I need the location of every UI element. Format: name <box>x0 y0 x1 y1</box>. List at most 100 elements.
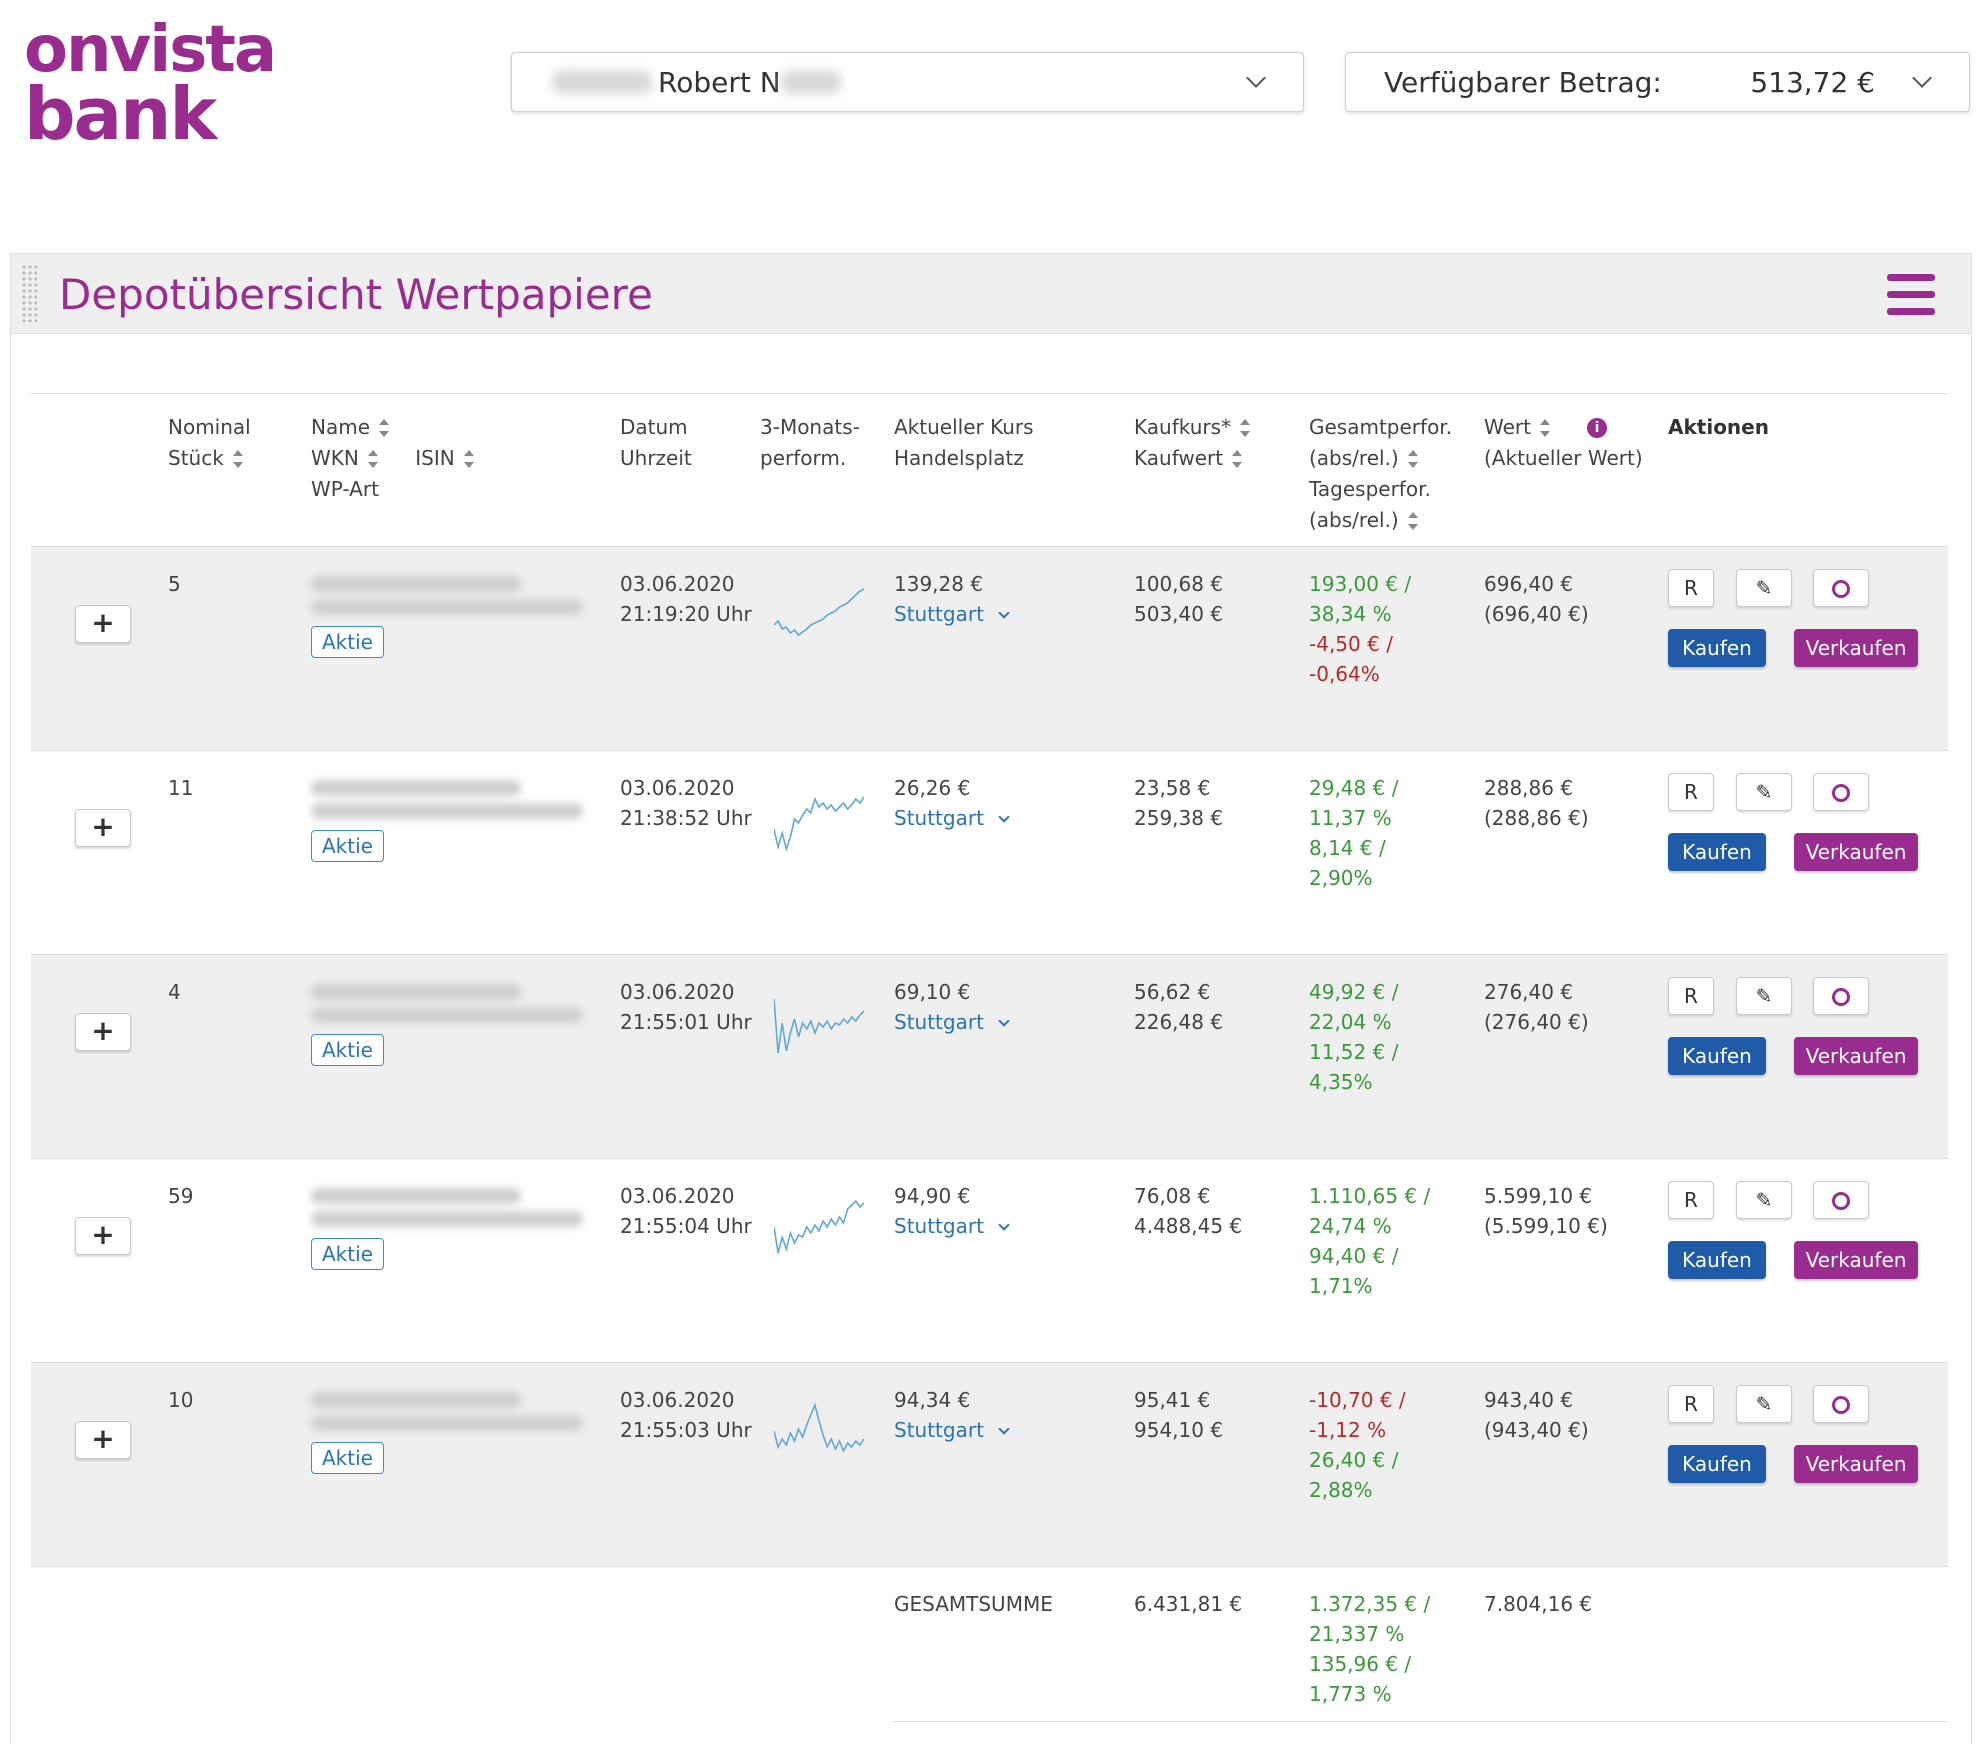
perf-tages-abs: 11,52 € / <box>1309 1040 1399 1064</box>
expand-row-button[interactable]: + <box>75 1421 131 1459</box>
performance: 49,92 € / 22,04 % 11,52 € / 4,35% <box>1309 977 1398 1097</box>
divider <box>892 1721 1948 1722</box>
sparkline-3m[interactable] <box>774 1197 864 1263</box>
drag-handle-icon[interactable] <box>21 264 37 322</box>
exchange-selector[interactable]: Stuttgart <box>894 1415 1010 1445</box>
exchange-selector[interactable]: Stuttgart <box>894 599 1010 629</box>
menu-icon[interactable] <box>1887 274 1935 316</box>
wp-art-badge[interactable]: Aktie <box>311 626 384 658</box>
value: 288,86 € (288,86 €) <box>1484 773 1589 833</box>
perf-tages-abs: 26,40 € / <box>1309 1448 1399 1472</box>
header-name: Name WKN ISIN WP-Art <box>311 412 475 505</box>
expand-row-button[interactable]: + <box>75 809 131 847</box>
sparkline-3m[interactable] <box>774 1401 864 1467</box>
name-redacted <box>311 984 521 1000</box>
sort-icon[interactable] <box>1407 512 1419 530</box>
total-wert: 7.804,16 € <box>1484 1592 1593 1616</box>
exchange-name: Stuttgart <box>894 1418 984 1442</box>
wp-art-badge[interactable]: Aktie <box>311 1034 384 1066</box>
r-button[interactable]: R <box>1668 1385 1714 1423</box>
buy-button[interactable]: Kaufen <box>1668 1037 1766 1075</box>
nominal-stueck: 11 <box>168 776 194 800</box>
edit-pencil-icon[interactable]: ✎ <box>1736 569 1792 607</box>
account-selector[interactable]: Robert N <box>511 52 1304 112</box>
r-button[interactable]: R <box>1668 1181 1714 1219</box>
edit-pencil-icon[interactable]: ✎ <box>1736 1385 1792 1423</box>
nominal-stueck: 4 <box>168 980 181 1004</box>
available-amount-value: 513,72 € <box>1750 65 1875 99</box>
sort-icon[interactable] <box>1407 450 1419 468</box>
perf-tages-rel: 1,71% <box>1309 1274 1373 1298</box>
account-holder-name: Robert N <box>658 65 781 99</box>
value: 276,40 € (276,40 €) <box>1484 977 1589 1037</box>
header-wert: Wert i (Aktueller Wert) <box>1484 415 1643 470</box>
sort-icon[interactable] <box>1239 419 1251 437</box>
value: 943,40 € (943,40 €) <box>1484 1385 1589 1445</box>
sparkline-3m[interactable] <box>774 993 864 1059</box>
exchange-selector[interactable]: Stuttgart <box>894 1007 1010 1037</box>
perf-gesamt-rel: -1,12 % <box>1309 1418 1387 1442</box>
date: 03.06.2020 <box>620 776 735 800</box>
expand-row-button[interactable]: + <box>75 1013 131 1051</box>
kaufwert: 4.488,45 € <box>1134 1214 1243 1238</box>
wert: 943,40 € <box>1484 1388 1574 1412</box>
wp-art-badge[interactable]: Aktie <box>311 1238 384 1270</box>
edit-pencil-icon[interactable]: ✎ <box>1736 977 1792 1015</box>
expand-row-button[interactable]: + <box>75 1217 131 1255</box>
r-button[interactable]: R <box>1668 773 1714 811</box>
sort-icon[interactable] <box>367 450 379 468</box>
chevron-down-icon <box>1912 68 1932 88</box>
exchange-selector[interactable]: Stuttgart <box>894 1211 1010 1241</box>
time: 21:19:20 Uhr <box>620 602 752 626</box>
sparkline-3m[interactable] <box>774 585 864 651</box>
perf-gesamt-rel: 22,04 % <box>1309 1010 1392 1034</box>
buy-button[interactable]: Kaufen <box>1668 1445 1766 1483</box>
buy-button[interactable]: Kaufen <box>1668 833 1766 871</box>
r-button[interactable]: R <box>1668 569 1714 607</box>
total-performance: 1.372,35 € /21,337 % 135,96 € /1,773 % <box>1309 1592 1431 1706</box>
sell-button[interactable]: Verkaufen <box>1794 1445 1918 1483</box>
current-price: 139,28 € Stuttgart <box>894 569 1010 629</box>
sparkline-3m[interactable] <box>774 789 864 855</box>
info-icon[interactable]: i <box>1586 418 1607 438</box>
sort-icon[interactable] <box>232 450 244 468</box>
sort-icon[interactable] <box>463 450 475 468</box>
wp-art-badge[interactable]: Aktie <box>311 1442 384 1474</box>
wert-aktuell: (276,40 €) <box>1484 1010 1589 1034</box>
sell-button[interactable]: Verkaufen <box>1794 629 1918 667</box>
name-redacted <box>311 1392 521 1408</box>
watch-circle-button[interactable] <box>1813 1181 1869 1219</box>
watch-circle-button[interactable] <box>1813 773 1869 811</box>
available-amount-selector[interactable]: Verfügbarer Betrag: 513,72 € <box>1345 52 1970 112</box>
sort-icon[interactable] <box>378 419 390 437</box>
edit-pencil-icon[interactable]: ✎ <box>1736 1181 1792 1219</box>
buy-button[interactable]: Kaufen <box>1668 1241 1766 1279</box>
sell-button[interactable]: Verkaufen <box>1794 833 1918 871</box>
current-price: 69,10 € Stuttgart <box>894 977 1010 1037</box>
watch-circle-button[interactable] <box>1813 977 1869 1015</box>
wert: 288,86 € <box>1484 776 1574 800</box>
price: 69,10 € <box>894 980 971 1004</box>
table-row: +10 Aktie 03.06.2020 21:55:03 Uhr 94,34 € Stu… <box>31 1363 1948 1567</box>
sell-button[interactable]: Verkaufen <box>1794 1037 1918 1075</box>
wp-art-badge[interactable]: Aktie <box>311 830 384 862</box>
buy-button[interactable]: Kaufen <box>1668 629 1766 667</box>
sell-button[interactable]: Verkaufen <box>1794 1241 1918 1279</box>
wkn-isin-redacted <box>311 1211 583 1227</box>
edit-pencil-icon[interactable]: ✎ <box>1736 773 1792 811</box>
table-header: Nominal Stück Name WKN ISIN WP-Art Datum… <box>31 393 1948 547</box>
r-button[interactable]: R <box>1668 977 1714 1015</box>
kaufwert: 226,48 € <box>1134 1010 1224 1034</box>
wkn-isin-redacted <box>311 1415 583 1431</box>
watch-circle-button[interactable] <box>1813 1385 1869 1423</box>
sort-icon[interactable] <box>1231 450 1243 468</box>
watch-circle-button[interactable] <box>1813 569 1869 607</box>
onvista-bank-logo[interactable]: onvista bank <box>24 18 304 150</box>
sort-icon[interactable] <box>1539 419 1551 437</box>
perf-tages-rel: 4,35% <box>1309 1070 1373 1094</box>
circle-icon <box>1832 988 1850 1006</box>
performance: 193,00 € / 38,34 % -4,50 € / -0,64% <box>1309 569 1411 689</box>
exchange-selector[interactable]: Stuttgart <box>894 803 1010 833</box>
expand-row-button[interactable]: + <box>75 605 131 643</box>
kaufwert: 259,38 € <box>1134 806 1224 830</box>
